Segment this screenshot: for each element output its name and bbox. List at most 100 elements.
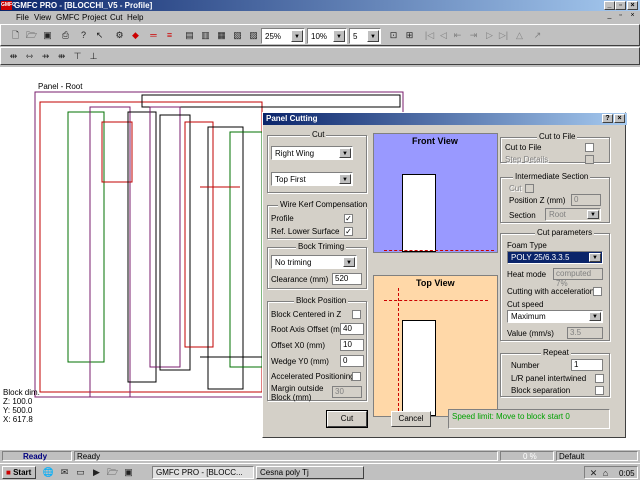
align-right-icon[interactable]: ⇸	[39, 50, 52, 63]
zoom-combo[interactable]: 25% ▼	[261, 28, 305, 44]
move-up-icon[interactable]: △	[513, 29, 526, 42]
chevron-down-icon[interactable]: ▼	[343, 257, 355, 267]
settings-icon[interactable]: ⚙	[113, 29, 126, 42]
dialog-close-button[interactable]: ×	[614, 114, 625, 123]
mdi-close-button[interactable]: ×	[627, 12, 638, 21]
inter-cut-checkbox[interactable]	[525, 184, 534, 193]
chevron-down-icon[interactable]: ▼	[333, 30, 345, 42]
ref-lower-checkbox[interactable]: ✓	[344, 227, 353, 236]
red-lines-icon[interactable]: ≡	[163, 29, 176, 42]
window-title: GMFC PRO - [BLOCCHI_V5 - Profile]	[14, 1, 153, 10]
root-offset-input[interactable]: 40	[340, 323, 364, 335]
chevron-down-icon[interactable]: ▼	[589, 253, 601, 262]
mdi-minimize-button[interactable]: _	[604, 12, 615, 21]
maximize-button[interactable]: ▫	[615, 1, 626, 10]
close-button[interactable]: ×	[627, 1, 638, 10]
heat-mode-value[interactable]: computed 7%	[553, 268, 603, 288]
new-file-icon[interactable]: 🗋	[9, 29, 22, 42]
offset-x0-input[interactable]: 10	[340, 339, 364, 351]
align-left-icon[interactable]: ⇹	[7, 50, 20, 63]
align-center-icon[interactable]: ⇿	[23, 50, 36, 63]
cutting-accel-checkbox[interactable]	[593, 287, 602, 296]
menu-project[interactable]: Project	[82, 13, 107, 22]
cut-button[interactable]: Cut	[326, 410, 368, 428]
target-icon[interactable]: ◆	[129, 29, 142, 42]
count-combo[interactable]: 5 ▼	[349, 28, 381, 44]
chevron-down-icon[interactable]: ▼	[291, 30, 303, 42]
zoom-fit-icon[interactable]: ⊡	[387, 29, 400, 42]
align-top-icon[interactable]: ⊤	[71, 50, 84, 63]
shrink-icon[interactable]: ⇤	[451, 29, 464, 42]
distribute-icon[interactable]: ⇻	[55, 50, 68, 63]
cut-to-file-checkbox[interactable]	[585, 143, 594, 152]
menu-help[interactable]: Help	[127, 13, 143, 22]
panel-layout-icon[interactable]: ▨	[247, 29, 260, 42]
chevron-down-icon[interactable]: ▼	[367, 30, 379, 42]
mdi-restore-button[interactable]: ▫	[615, 12, 626, 21]
chevron-down-icon[interactable]: ▼	[587, 210, 599, 219]
lr-intertwined-checkbox[interactable]	[595, 374, 604, 383]
panel-view-icon[interactable]: ▤	[183, 29, 196, 42]
panel-list-icon[interactable]: ▦	[215, 29, 228, 42]
speed-value-label: Value (mm/s)	[507, 329, 554, 338]
inter-position-input[interactable]: 0	[571, 194, 601, 206]
red-line-icon[interactable]: ═	[147, 29, 160, 42]
cancel-button[interactable]: Cancel	[391, 411, 431, 427]
help-icon[interactable]: ?	[77, 29, 90, 42]
quicklaunch-folder-icon[interactable]: 🗁	[106, 466, 119, 479]
clearance-input[interactable]: 520	[332, 273, 362, 285]
zoom-window-icon[interactable]: ⊞	[403, 29, 416, 42]
first-icon[interactable]: |◁	[423, 29, 436, 42]
step-details-checkbox[interactable]	[585, 155, 594, 164]
dialog-help-button[interactable]: ?	[602, 114, 613, 123]
network-icon[interactable]: ⌂	[599, 467, 612, 480]
margin-input[interactable]: 30	[332, 386, 362, 398]
quicklaunch-media-icon[interactable]: ▶	[90, 466, 103, 479]
pointer-icon[interactable]: ↗	[531, 29, 544, 42]
print-icon[interactable]: ⎙	[59, 29, 72, 42]
save-icon[interactable]: ▣	[41, 29, 54, 42]
block-separation-checkbox[interactable]	[595, 386, 604, 395]
quicklaunch-app-icon[interactable]: ▣	[122, 466, 135, 479]
chevron-down-icon[interactable]: ▼	[339, 148, 351, 158]
start-button[interactable]: ■ Start	[2, 466, 36, 479]
chevron-down-icon[interactable]: ▼	[339, 174, 351, 184]
top-view-guide-v	[398, 288, 399, 416]
task-cesna[interactable]: Cesna poly Tj	[256, 466, 364, 479]
inter-section-select[interactable]: Root ▼	[545, 208, 601, 221]
profile-checkbox[interactable]: ✓	[344, 214, 353, 223]
trim-mode-select[interactable]: No triming ▼	[271, 255, 357, 269]
menu-cut[interactable]: Cut	[110, 13, 122, 22]
expand-icon[interactable]: ⇥	[467, 29, 480, 42]
app-icon: GMFC	[1, 1, 16, 10]
chevron-down-icon[interactable]: ▼	[589, 312, 601, 321]
step-combo[interactable]: 10% ▼	[307, 28, 347, 44]
menu-gmfc[interactable]: GMFC	[56, 13, 80, 22]
prev-icon[interactable]: ◁	[437, 29, 450, 42]
quicklaunch-outlook-icon[interactable]: ✉	[58, 466, 71, 479]
cut-order-select[interactable]: Top First ▼	[271, 172, 353, 186]
task-gmfc[interactable]: GMFC PRO - [BLOCC...	[152, 466, 254, 479]
menu-file[interactable]: File	[16, 13, 29, 22]
last-icon[interactable]: ▷|	[497, 29, 510, 42]
speed-value-input[interactable]: 3.5	[567, 327, 603, 339]
menu-view[interactable]: View	[34, 13, 51, 22]
panel-cut-icon[interactable]: ▧	[231, 29, 244, 42]
wing-select[interactable]: Right Wing ▼	[271, 146, 353, 160]
block-dim-x: X: 617.8	[3, 415, 33, 424]
open-folder-icon[interactable]: 🗁	[25, 29, 38, 42]
cut-speed-select[interactable]: Maximum ▼	[507, 310, 603, 323]
repeat-title: Repeat	[541, 348, 571, 357]
quicklaunch-explorer-icon[interactable]: 🌐	[42, 466, 55, 479]
wedge-y0-input[interactable]: 0	[340, 355, 364, 367]
block-centered-checkbox[interactable]	[352, 310, 361, 319]
repeat-number-input[interactable]: 1	[571, 359, 603, 371]
align-bottom-icon[interactable]: ⊥	[87, 50, 100, 63]
next-icon[interactable]: ▷	[483, 29, 496, 42]
context-help-icon[interactable]: ↖	[93, 29, 106, 42]
quicklaunch-desktop-icon[interactable]: ▭	[74, 466, 87, 479]
panel-edit-icon[interactable]: ▥	[199, 29, 212, 42]
foam-type-select[interactable]: POLY 25/6.3.3.5 ▼	[507, 251, 603, 264]
accel-positioning-checkbox[interactable]	[352, 372, 361, 381]
minimize-button[interactable]: _	[604, 1, 615, 10]
